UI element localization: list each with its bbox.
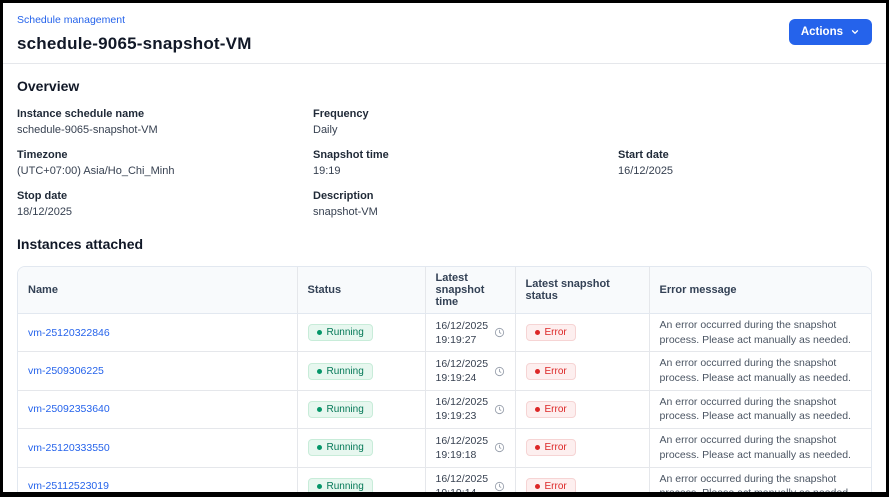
snapshot-time: 16/12/2025 19:19:27 bbox=[436, 319, 491, 347]
snapshot-time: 16/12/2025 19:19:14 bbox=[436, 472, 491, 497]
snapshot-status-badge: Error bbox=[526, 439, 576, 456]
field-label: Frequency bbox=[313, 108, 618, 120]
snapshot-status-badge: Error bbox=[526, 324, 576, 341]
column-header-error-message: Error message bbox=[649, 267, 871, 314]
error-dot-icon bbox=[535, 407, 540, 412]
actions-button-label: Actions bbox=[801, 26, 843, 38]
breadcrumb: Schedule management bbox=[17, 10, 252, 28]
field-value: (UTC+07:00) Asia/Ho_Chi_Minh bbox=[17, 165, 313, 177]
error-message: An error occurred during the snapshot pr… bbox=[660, 395, 862, 424]
field-stop-date: Stop date 18/12/2025 bbox=[17, 190, 313, 218]
snapshot-time: 16/12/2025 19:19:18 bbox=[436, 434, 491, 462]
clock-icon bbox=[494, 481, 505, 492]
vm-link[interactable]: vm-25120333550 bbox=[28, 442, 110, 454]
error-dot-icon bbox=[535, 330, 540, 335]
main-content: Overview Instance schedule name schedule… bbox=[3, 64, 886, 497]
vm-link[interactable]: vm-2509306225 bbox=[28, 365, 104, 377]
field-label: Description bbox=[313, 190, 618, 202]
status-badge: Running bbox=[308, 363, 373, 380]
error-message: An error occurred during the snapshot pr… bbox=[660, 472, 862, 497]
schedule-detail-page: Schedule management schedule-9065-snapsh… bbox=[0, 0, 889, 497]
field-start-date: Start date 16/12/2025 bbox=[618, 149, 872, 177]
status-badge: Running bbox=[308, 439, 373, 456]
status-dot-icon bbox=[317, 330, 322, 335]
error-message: An error occurred during the snapshot pr… bbox=[660, 356, 862, 385]
table-row: vm-25092353640 Running 16/12/2025 19:19:… bbox=[18, 390, 871, 428]
clock-icon bbox=[494, 442, 505, 453]
field-value: schedule-9065-snapshot-VM bbox=[17, 124, 313, 136]
status-badge: Running bbox=[308, 324, 373, 341]
page-title: schedule-9065-snapshot-VM bbox=[17, 34, 252, 54]
error-message: An error occurred during the snapshot pr… bbox=[660, 433, 862, 462]
field-instance-schedule-name: Instance schedule name schedule-9065-sna… bbox=[17, 108, 313, 136]
status-dot-icon bbox=[317, 484, 322, 489]
overview-section: Instance schedule name schedule-9065-sna… bbox=[17, 108, 872, 218]
vm-link[interactable]: vm-25092353640 bbox=[28, 403, 110, 415]
field-label: Timezone bbox=[17, 149, 313, 161]
status-dot-icon bbox=[317, 445, 322, 450]
snapshot-status-badge: Error bbox=[526, 478, 576, 495]
status-badge: Running bbox=[308, 401, 373, 418]
field-label: Start date bbox=[618, 149, 872, 161]
snapshot-status-badge: Error bbox=[526, 401, 576, 418]
chevron-down-icon bbox=[850, 27, 860, 37]
header-left: Schedule management schedule-9065-snapsh… bbox=[17, 10, 252, 54]
table-row: vm-25112523019 Running 16/12/2025 19:19:… bbox=[18, 467, 871, 497]
field-description: Description snapshot-VM bbox=[313, 190, 618, 218]
field-snapshot-time: Snapshot time 19:19 bbox=[313, 149, 618, 177]
status-dot-icon bbox=[317, 369, 322, 374]
column-header-status: Status bbox=[297, 267, 425, 314]
overview-heading: Overview bbox=[17, 78, 872, 94]
snapshot-time: 16/12/2025 19:19:23 bbox=[436, 395, 491, 423]
actions-button[interactable]: Actions bbox=[789, 19, 872, 45]
snapshot-time: 16/12/2025 19:19:24 bbox=[436, 357, 491, 385]
error-dot-icon bbox=[535, 369, 540, 374]
column-header-latest-snapshot-status: Latest snapshot status bbox=[515, 267, 649, 314]
vm-link[interactable]: vm-25120322846 bbox=[28, 327, 110, 339]
status-dot-icon bbox=[317, 407, 322, 412]
instances-table: Name Status Latest snapshot time Latest … bbox=[17, 266, 872, 497]
snapshot-status-badge: Error bbox=[526, 363, 576, 380]
field-value: 16/12/2025 bbox=[618, 165, 872, 177]
breadcrumb-link[interactable]: Schedule management bbox=[17, 14, 125, 26]
table-header: Name Status Latest snapshot time Latest … bbox=[18, 267, 871, 314]
field-value: 19:19 bbox=[313, 165, 618, 177]
column-header-latest-snapshot-time: Latest snapshot time bbox=[425, 267, 515, 314]
field-label: Snapshot time bbox=[313, 149, 618, 161]
status-badge: Running bbox=[308, 478, 373, 495]
error-dot-icon bbox=[535, 445, 540, 450]
field-frequency: Frequency Daily bbox=[313, 108, 618, 136]
clock-icon bbox=[494, 366, 505, 377]
field-label: Instance schedule name bbox=[17, 108, 313, 120]
vm-link[interactable]: vm-25112523019 bbox=[28, 480, 109, 492]
table-row: vm-2509306225 Running 16/12/2025 19:19:2… bbox=[18, 352, 871, 390]
table-row: vm-25120322846 Running 16/12/2025 19:19:… bbox=[18, 314, 871, 352]
page-header: Schedule management schedule-9065-snapsh… bbox=[3, 3, 886, 63]
field-label: Stop date bbox=[17, 190, 313, 202]
column-header-name: Name bbox=[18, 267, 297, 314]
clock-icon bbox=[494, 404, 505, 415]
field-value: 18/12/2025 bbox=[17, 206, 313, 218]
field-value: snapshot-VM bbox=[313, 206, 618, 218]
clock-icon bbox=[494, 327, 505, 338]
instances-attached-heading: Instances attached bbox=[17, 236, 872, 252]
field-timezone: Timezone (UTC+07:00) Asia/Ho_Chi_Minh bbox=[17, 149, 313, 177]
error-dot-icon bbox=[535, 484, 540, 489]
error-message: An error occurred during the snapshot pr… bbox=[660, 318, 862, 347]
field-value: Daily bbox=[313, 124, 618, 136]
table-row: vm-25120333550 Running 16/12/2025 19:19:… bbox=[18, 429, 871, 467]
